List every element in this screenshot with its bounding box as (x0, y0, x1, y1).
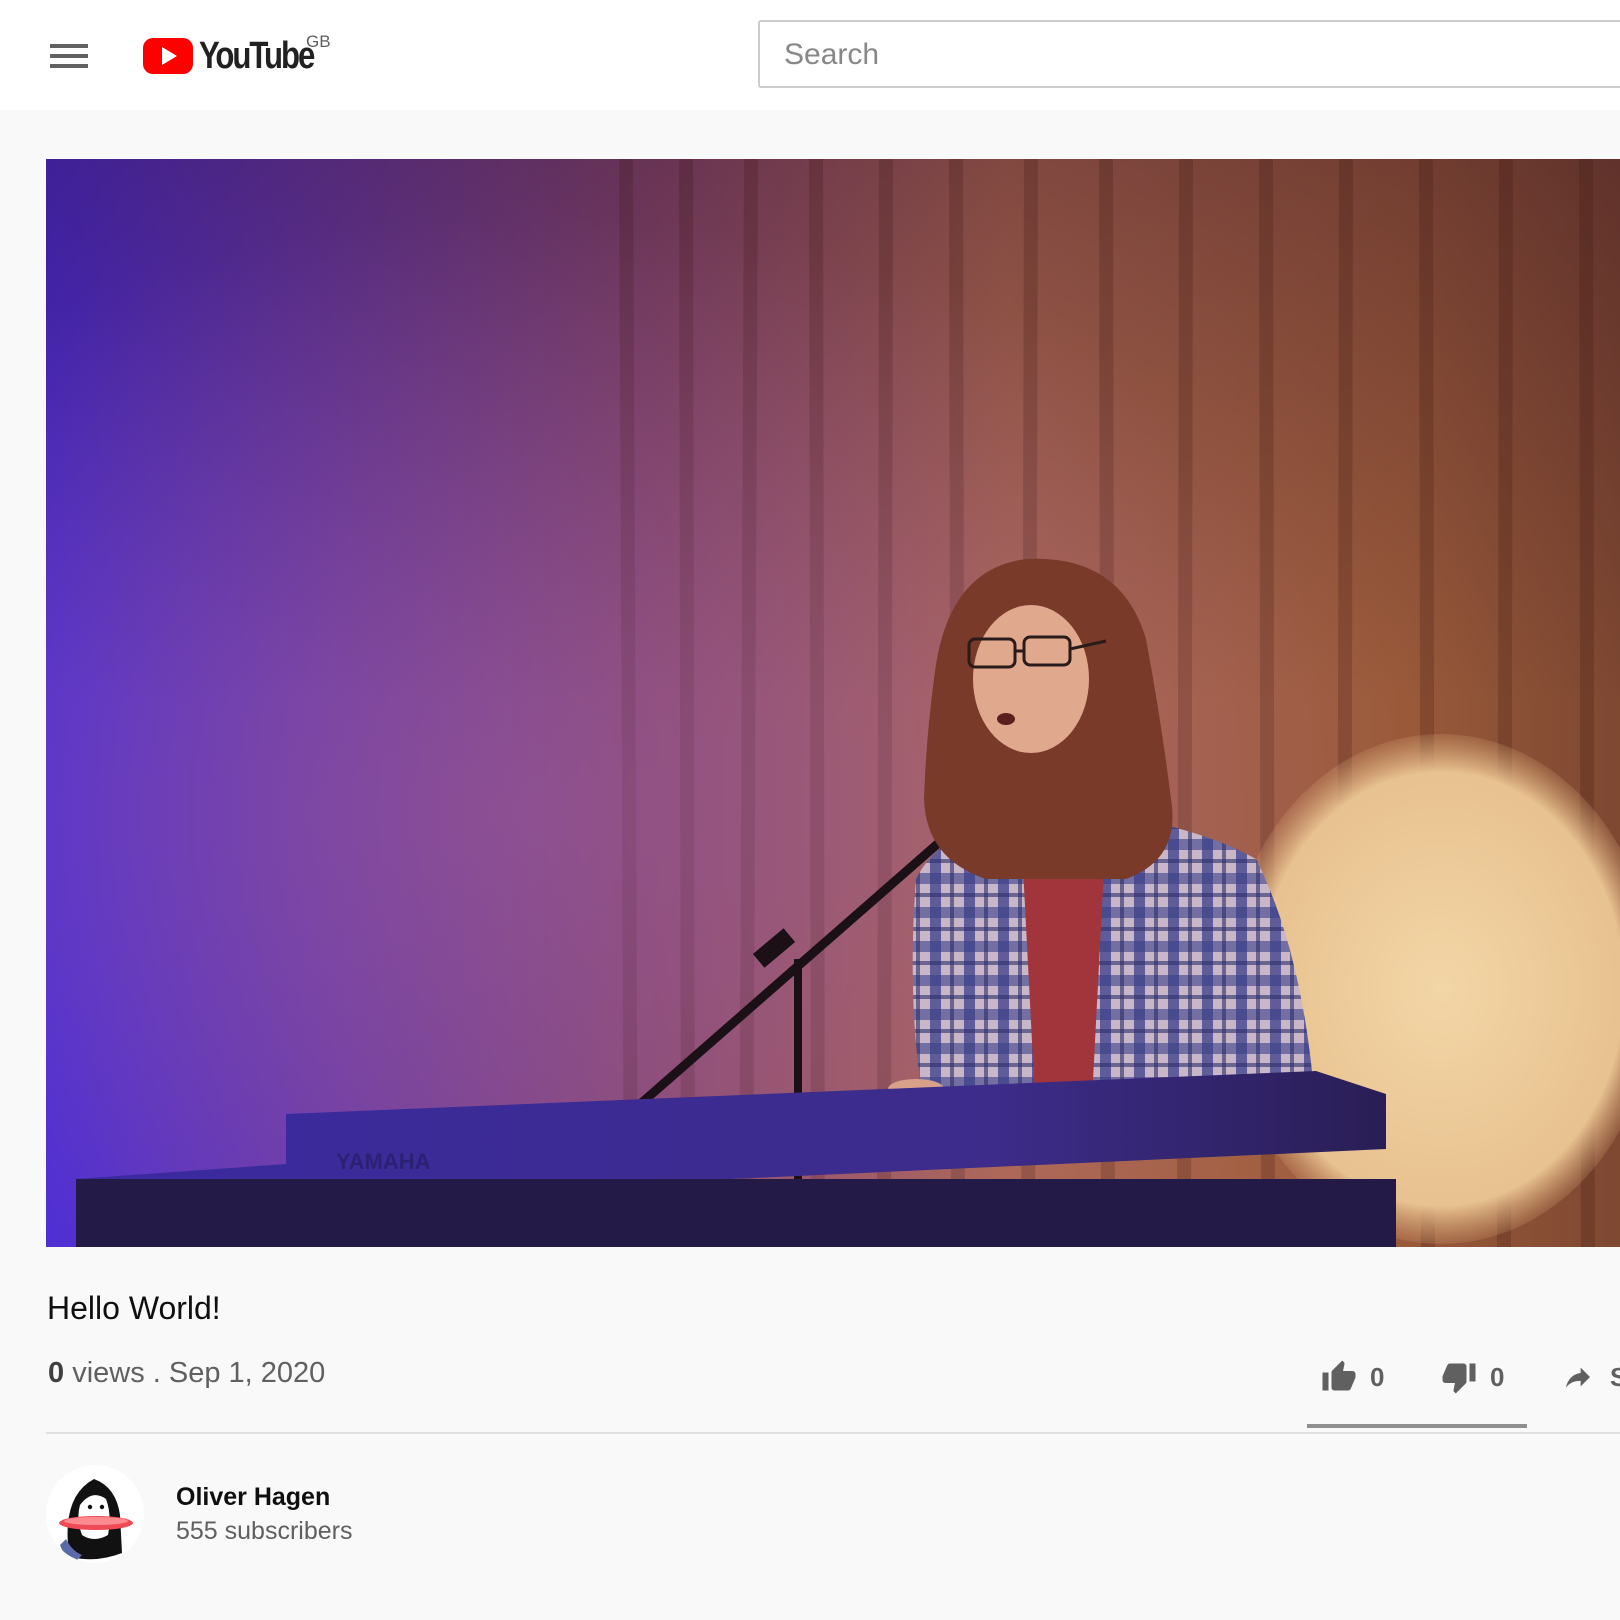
menu-line (50, 54, 88, 58)
region-code: GB (306, 32, 331, 51)
search-box[interactable] (758, 20, 1620, 88)
channel-avatar[interactable] (46, 1465, 144, 1563)
top-bar: YouTube GB (0, 0, 1620, 110)
search-input[interactable] (782, 32, 1586, 78)
views-separator: views . (64, 1357, 169, 1389)
video-thumbnail-image: YAMAHA (46, 159, 1620, 1247)
dislike-button[interactable]: 0 (1440, 1352, 1504, 1402)
menu-line (50, 64, 88, 68)
video-player[interactable]: YAMAHA (46, 159, 1620, 1247)
share-arrow-icon (1566, 1367, 1590, 1388)
avatar-penguin-icon (46, 1465, 144, 1563)
subscriber-count: 555 subscribers (176, 1517, 353, 1545)
menu-line (50, 44, 88, 48)
view-count: 0 (48, 1357, 65, 1389)
logo-wordmark: YouTube (199, 34, 315, 77)
share-label: SHARE (1610, 1361, 1620, 1392)
thumbs-down-icon (1442, 1363, 1476, 1394)
info-divider (46, 1432, 1620, 1434)
like-button[interactable]: 0 (1320, 1352, 1384, 1402)
like-dislike-sentiment-bar (1307, 1424, 1527, 1428)
dislike-count: 0 (1490, 1361, 1505, 1392)
video-title: Hello World! (47, 1290, 221, 1326)
youtube-play-icon (143, 38, 193, 74)
thumbs-up-icon (1322, 1360, 1356, 1391)
hamburger-menu-icon[interactable] (50, 42, 88, 70)
share-button[interactable]: SHARE (1560, 1352, 1620, 1402)
like-count: 0 (1370, 1361, 1385, 1392)
video-meta: 0 views . Sep 1, 2020 (48, 1357, 325, 1390)
upload-date: Sep 1, 2020 (168, 1357, 326, 1389)
svg-text:YAMAHA: YAMAHA (336, 1149, 431, 1174)
channel-name[interactable]: Oliver Hagen (176, 1483, 330, 1512)
